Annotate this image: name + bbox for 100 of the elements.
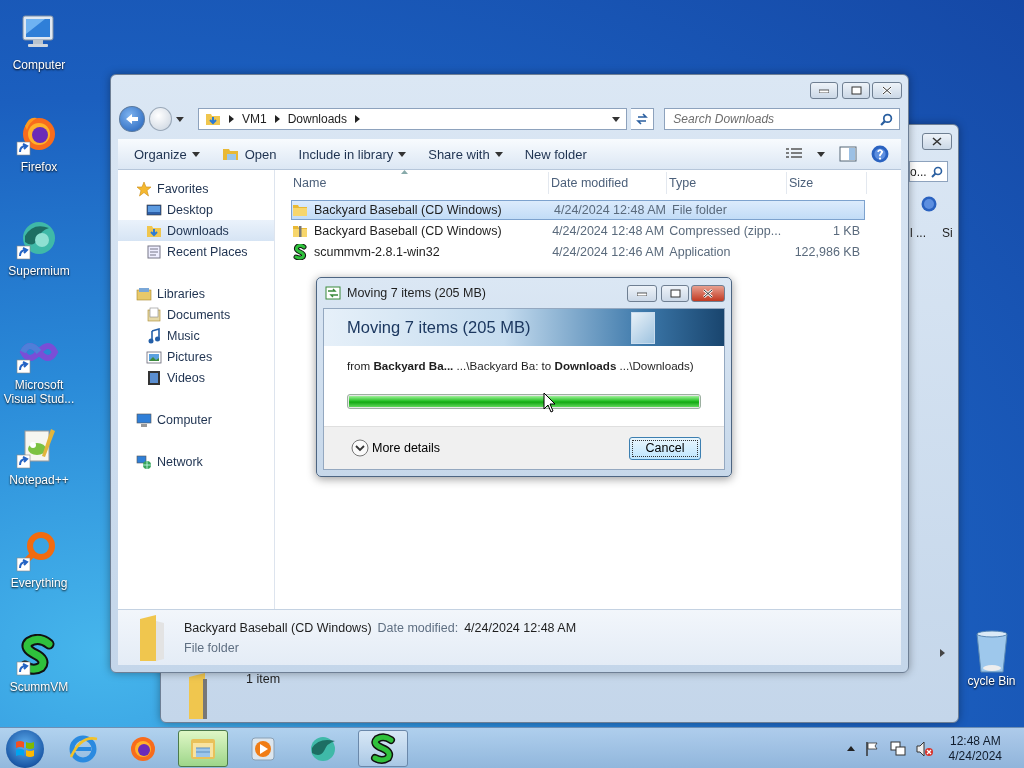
chevron-down-icon <box>351 439 369 457</box>
nav-item[interactable]: Videos <box>118 367 274 388</box>
download-folder-icon <box>204 111 221 127</box>
nav-item[interactable]: Music <box>118 325 274 346</box>
column-header[interactable]: l ... <box>910 226 926 240</box>
desktop-shortcut[interactable]: Microsoft Visual Stud... <box>0 332 78 406</box>
star-icon <box>136 180 152 197</box>
cancel-button[interactable]: Cancel <box>629 436 701 460</box>
breadcrumb-arrow-icon <box>228 115 234 123</box>
picture-icon <box>146 348 162 365</box>
date-cell-text: 4/24/2024 12:48 AM <box>551 224 666 238</box>
caret-icon <box>176 116 184 122</box>
minimize-icon <box>819 88 829 93</box>
maximize-button[interactable] <box>661 285 689 302</box>
nav-item[interactable]: Libraries <box>118 283 274 304</box>
computer-icon <box>136 411 152 428</box>
refresh-button[interactable] <box>630 108 655 130</box>
column-header[interactable]: Si <box>942 226 953 240</box>
column-header[interactable]: Size <box>787 172 867 194</box>
taskbar-button[interactable] <box>358 730 408 767</box>
toolbar-button[interactable]: New folder <box>516 143 595 165</box>
show-hidden-icons-icon[interactable] <box>846 746 855 751</box>
breadcrumb-arrow-icon <box>355 115 360 123</box>
toolbar-button[interactable]: Include in library <box>290 143 415 165</box>
maximize-button[interactable] <box>842 82 870 99</box>
network-icon[interactable] <box>888 740 907 757</box>
more-details-button[interactable]: More details <box>351 439 441 457</box>
nav-item[interactable]: Network <box>118 451 274 472</box>
nav-item[interactable]: Downloads <box>118 220 274 241</box>
nav-item[interactable]: Desktop <box>118 199 274 220</box>
close-button[interactable] <box>922 133 952 150</box>
zip-folder-icon <box>292 223 308 239</box>
caret-icon <box>191 151 200 157</box>
flag-icon[interactable] <box>863 740 880 757</box>
file-row[interactable]: Backyard Baseball (CD Windows) 4/24/2024 12:48 AM Compressed (zipp... 1 KB <box>291 221 865 241</box>
date-cell-text: 4/24/2024 12:48 AM <box>553 203 667 217</box>
column-header[interactable]: Date modified <box>549 172 667 194</box>
close-button[interactable] <box>872 82 902 99</box>
address-bar[interactable]: VM1 Downloads <box>197 108 627 130</box>
search-field[interactable]: Search Downloads <box>664 108 900 130</box>
search-input[interactable]: Search Downloads <box>671 111 880 127</box>
minimize-button[interactable] <box>627 285 657 302</box>
caret-icon <box>494 151 503 157</box>
help-icon[interactable] <box>871 145 889 163</box>
scroll-arrow-icon[interactable] <box>940 649 946 657</box>
nav-item[interactable]: Computer <box>118 409 274 430</box>
breadcrumb-item[interactable]: Downloads <box>287 112 347 126</box>
size-cell-text: 122,986 KB <box>793 245 861 259</box>
preview-pane-icon[interactable] <box>839 146 857 162</box>
speaker-muted-icon[interactable] <box>915 740 934 757</box>
clock[interactable]: 12:48 AM 4/24/2024 <box>948 733 1002 764</box>
close-icon <box>932 137 942 146</box>
dialog-heading: Moving 7 items (205 MB) <box>347 318 531 337</box>
film-icon <box>146 369 162 386</box>
file-name: Backyard Baseball (CD Windows) <box>314 224 502 238</box>
dialog-title: Moving 7 items (205 MB) <box>347 286 486 300</box>
desktop-shortcut[interactable]: Computer <box>0 12 78 72</box>
library-icon <box>136 285 152 302</box>
refresh-icon <box>635 112 650 126</box>
column-header[interactable]: Type <box>667 172 787 194</box>
desktop-shortcut[interactable]: cycle Bin <box>959 630 1024 688</box>
type-cell-text: File folder <box>671 203 728 217</box>
back-button[interactable] <box>119 106 145 132</box>
file-name: Backyard Baseball (CD Windows) <box>184 620 372 635</box>
breadcrumb-item[interactable]: VM1 <box>241 112 267 126</box>
toolbar-button[interactable]: Open <box>213 143 285 165</box>
search-field[interactable]: o... <box>909 161 948 182</box>
document-icon <box>146 306 162 323</box>
document-icon <box>146 243 162 260</box>
view-list-icon[interactable] <box>785 147 803 161</box>
file-row[interactable]: scummvm-2.8.1-win32 4/24/2024 12:46 AM Application 122,986 KB <box>291 242 865 262</box>
back-arrow-icon <box>124 113 139 125</box>
network-icon <box>136 453 152 470</box>
maximize-icon <box>669 289 681 298</box>
status-text: 1 item <box>246 672 281 686</box>
folder-icon <box>140 614 164 661</box>
minimize-button[interactable] <box>810 82 838 99</box>
file-row[interactable]: Backyard Baseball (CD Windows) 4/24/2024 12:48 AM File folder <box>291 200 865 220</box>
cursor-icon <box>543 392 557 413</box>
nav-item[interactable]: Pictures <box>118 346 274 367</box>
toolbar-button[interactable]: Organize <box>126 143 208 165</box>
desktop-shortcut[interactable]: Supermium <box>0 218 78 278</box>
close-icon <box>882 86 892 95</box>
toolbar-button[interactable]: Share with <box>420 143 511 165</box>
folder-icon <box>189 673 207 719</box>
search-icon <box>930 165 943 178</box>
glass-pane-drawing <box>631 312 655 344</box>
nav-item[interactable]: Favorites <box>118 178 274 199</box>
close-icon <box>703 289 713 298</box>
close-button[interactable] <box>691 285 725 302</box>
forward-button[interactable] <box>148 107 173 131</box>
help-icon[interactable] <box>921 196 937 212</box>
column-header[interactable]: Name <box>291 172 549 194</box>
nav-item[interactable]: Recent Places <box>118 241 274 262</box>
file-type: File folder <box>184 640 240 655</box>
caret-icon <box>611 116 620 122</box>
start-button[interactable] <box>6 729 44 768</box>
nav-item[interactable]: Documents <box>118 304 274 325</box>
file-name: scummvm-2.8.1-win32 <box>314 245 440 259</box>
desktop-shortcut[interactable]: Firefox <box>0 114 78 174</box>
